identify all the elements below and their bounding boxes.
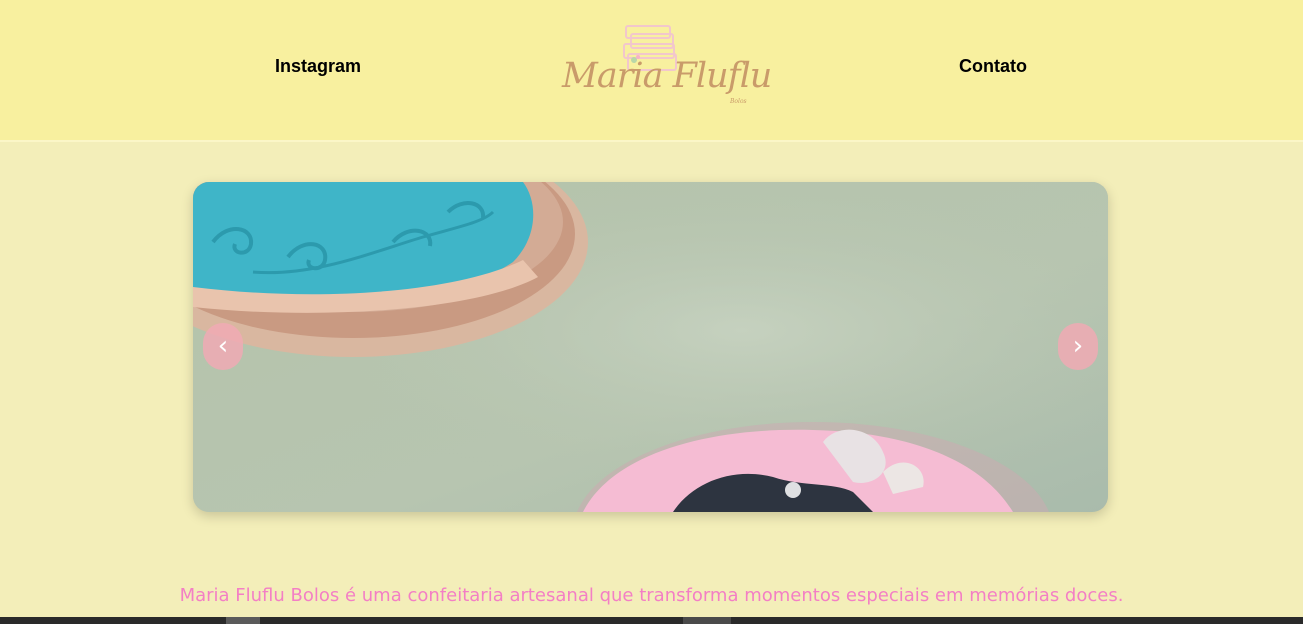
nav-link-instagram[interactable]: Instagram [275, 56, 361, 77]
taskbar [0, 617, 1303, 624]
nav-link-contato[interactable]: Contato [959, 56, 1027, 77]
logo[interactable]: Maria Fluflu Bolos [558, 20, 772, 115]
logo-subtitle: Bolos [730, 98, 747, 105]
carousel-slide-image [193, 182, 1108, 512]
carousel-prev-button[interactable]: ‹ [203, 323, 243, 370]
taskbar-item[interactable] [683, 617, 731, 624]
site-header: Instagram Maria Fluflu Bolos Contato [0, 0, 1303, 142]
taskbar-item[interactable] [226, 617, 260, 624]
logo-title: Maria Fluflu [562, 56, 772, 96]
carousel-next-button[interactable]: › [1058, 323, 1098, 370]
about-text: Maria Fluflu Bolos é uma confeitaria art… [179, 585, 1124, 606]
image-carousel[interactable]: ‹ › [193, 182, 1108, 512]
